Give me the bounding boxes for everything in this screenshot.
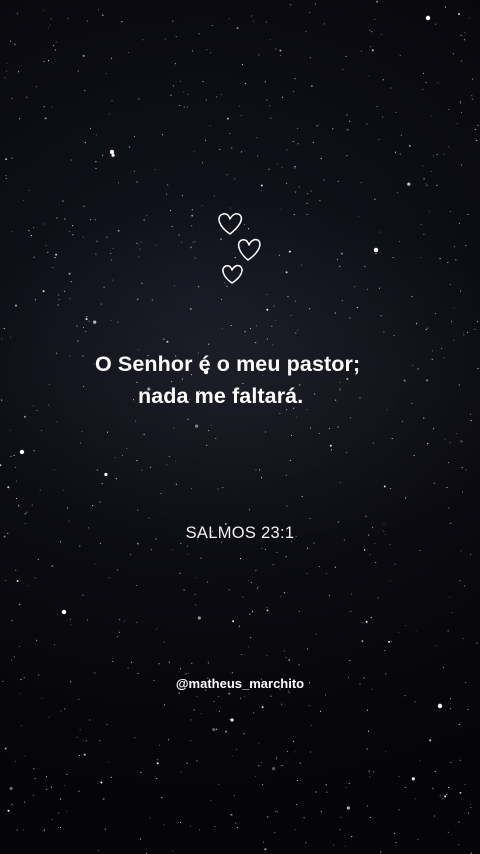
verse-line-2: nada me faltará. [138,384,304,408]
hearts-doodle-icon [218,213,261,284]
verse-line-1: O Senhor é o meu pastor; [95,352,361,376]
starry-background: O Senhor é o meu pastor; nada me faltará… [0,0,480,854]
verse-reference: SALMOS 23:1 [185,524,295,542]
author-handle: @matheus_marchito [175,676,305,691]
starfield [0,0,479,854]
